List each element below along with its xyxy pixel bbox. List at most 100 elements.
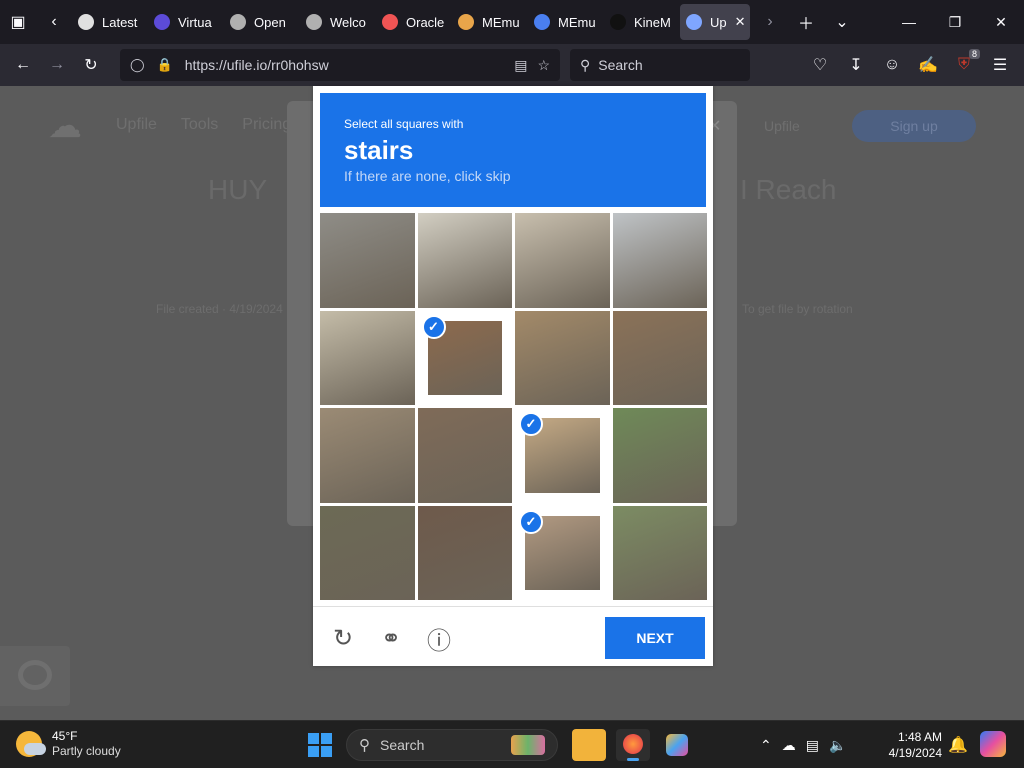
upfile-logo-icon: ☁ [48,107,82,145]
captcha-tile[interactable]: ✓ [417,310,512,405]
captcha-tile[interactable] [515,213,610,308]
signup-button[interactable]: Sign up [852,110,976,142]
captcha-tile[interactable] [417,505,512,600]
browser-tab[interactable]: Open [224,4,298,40]
page-right-link[interactable]: Upfile [764,118,800,134]
url-text[interactable]: https://ufile.io/rr0hohsw [185,57,329,73]
browser-tab[interactable]: MEmu [528,4,602,40]
extensions-icon[interactable]: ✍ [910,48,946,82]
tab-manager-icon[interactable]: ▣ [0,4,36,40]
captcha-tile[interactable] [612,213,707,308]
url-bar[interactable]: ◯ 🔒 https://ufile.io/rr0hohsw ▤ ☆ [120,49,560,81]
search-icon: ⚲ [359,737,370,754]
captcha-tile[interactable] [320,505,415,600]
taskbar-search[interactable]: ⚲ Search [346,729,558,761]
minimize-icon[interactable]: — [886,0,932,44]
reload-challenge-icon[interactable]: ↻ [328,623,358,653]
lock-icon[interactable]: 🔒 [157,57,173,73]
tab-favicon-icon [534,14,550,30]
volume-icon[interactable]: 🔈 [829,737,846,754]
checkmark-icon: ✓ [519,509,543,534]
page-header: ☁ Upfile Tools Pricing [48,106,291,145]
reload-icon[interactable]: ↻ [74,48,108,82]
start-button[interactable] [308,733,332,757]
audio-challenge-icon[interactable]: ⚭ [376,623,406,653]
close-window-icon[interactable]: ✕ [978,0,1024,44]
captcha-challenge: Select all squares with stairs If there … [313,86,713,666]
browser-tab[interactable]: Virtua [148,4,222,40]
tab-scroll-left-icon[interactable]: ‹ [36,4,72,40]
info-icon[interactable]: ⓘ [424,623,454,655]
ublock-extension-icon[interactable]: ⛨ 8 [946,48,982,82]
recaptcha-badge[interactable] [0,646,70,706]
maximize-icon[interactable]: ❐ [932,0,978,44]
captcha-tile[interactable]: ✓ [515,505,610,600]
reader-view-icon[interactable]: ▤ [514,57,527,74]
tab-favicon-icon [230,14,246,30]
close-tab-icon[interactable]: ✕ [735,14,746,30]
captcha-tile[interactable] [320,408,415,503]
file-explorer-icon[interactable] [572,729,606,761]
new-tab-button[interactable]: ＋ [788,4,824,40]
tab-scroll-right-icon[interactable]: › [752,4,788,40]
captcha-tile[interactable] [515,310,610,405]
search-input[interactable]: ⚲ Search [570,49,750,81]
tab-favicon-icon [154,14,170,30]
page-headline: HUY [208,174,268,205]
captcha-tile[interactable] [417,213,512,308]
taskbar-search-placeholder: Search [380,737,425,753]
browser-tab[interactable]: Up ✕ [680,4,750,40]
tab-label: Up [710,14,727,30]
clock-date: 4/19/2024 [888,746,942,760]
taskbar: 45°F Partly cloudy ⚲ Search ⌃ ☁ ▤ 🔈 1:48… [0,720,1024,768]
page-subtext-right: To get file by rotation [742,302,853,316]
tab-favicon-icon [610,14,626,30]
forward-icon[interactable]: → [40,48,74,82]
page-subtext: File created · 4/19/2024 [156,302,283,316]
copilot-icon[interactable] [980,731,1006,757]
pocket-icon[interactable]: ♡ [802,48,838,82]
downloads-icon[interactable]: ↧ [838,48,874,82]
captcha-tile[interactable] [612,408,707,503]
bookmark-star-icon[interactable]: ☆ [537,57,550,74]
captcha-tile[interactable] [320,310,415,405]
browser-tab[interactable]: MEmu [452,4,526,40]
captcha-tile[interactable] [612,310,707,405]
captcha-tile[interactable] [417,408,512,503]
next-button[interactable]: NEXT [605,617,705,659]
display-icon[interactable]: ▤ [806,737,819,754]
memu-app-icon[interactable] [660,729,694,761]
tab-label: Virtua [178,14,212,30]
page-nav-item[interactable]: Upfile [116,116,157,134]
onedrive-icon[interactable]: ☁ [782,737,796,754]
notification-bell-icon[interactable]: 🔔 [948,735,968,755]
tab-label: MEmu [558,14,596,30]
system-tray: ⌃ ☁ ▤ 🔈 [760,721,846,768]
clock[interactable]: 1:48 AM 4/19/2024 [884,729,942,761]
captcha-tile[interactable] [612,505,707,600]
page-nav-item[interactable]: Tools [181,116,218,134]
captcha-tile[interactable]: ✓ [515,408,610,503]
tab-label: Oracle [406,14,445,30]
captcha-tile[interactable] [320,213,415,308]
captcha-footer: ↻ ⚭ ⓘ NEXT [313,606,713,666]
browser-tab[interactable]: KineM [604,4,678,40]
tab-favicon-icon [78,14,94,30]
menu-icon[interactable]: ☰ [982,48,1018,82]
captcha-target-word: stairs [344,135,414,165]
page-nav-item[interactable]: Pricing [242,116,291,134]
captcha-tile-image [515,213,610,308]
shield-icon[interactable]: ◯ [130,57,145,73]
weather-widget[interactable]: 45°F Partly cloudy [16,729,121,759]
list-all-tabs-icon[interactable]: ⌄ [824,4,860,40]
browser-tab[interactable]: Welco [300,4,374,40]
show-hidden-icons-icon[interactable]: ⌃ [760,737,772,754]
account-icon[interactable]: ☺ [874,48,910,82]
back-icon[interactable]: ← [6,48,40,82]
weather-temp: 45°F [52,729,78,743]
firefox-icon[interactable] [616,729,650,761]
browser-tab[interactable]: Latest [72,4,146,40]
browser-tab[interactable]: Oracle [376,4,450,40]
captcha-tile-image [612,408,707,503]
tab-label: Welco [330,14,366,30]
